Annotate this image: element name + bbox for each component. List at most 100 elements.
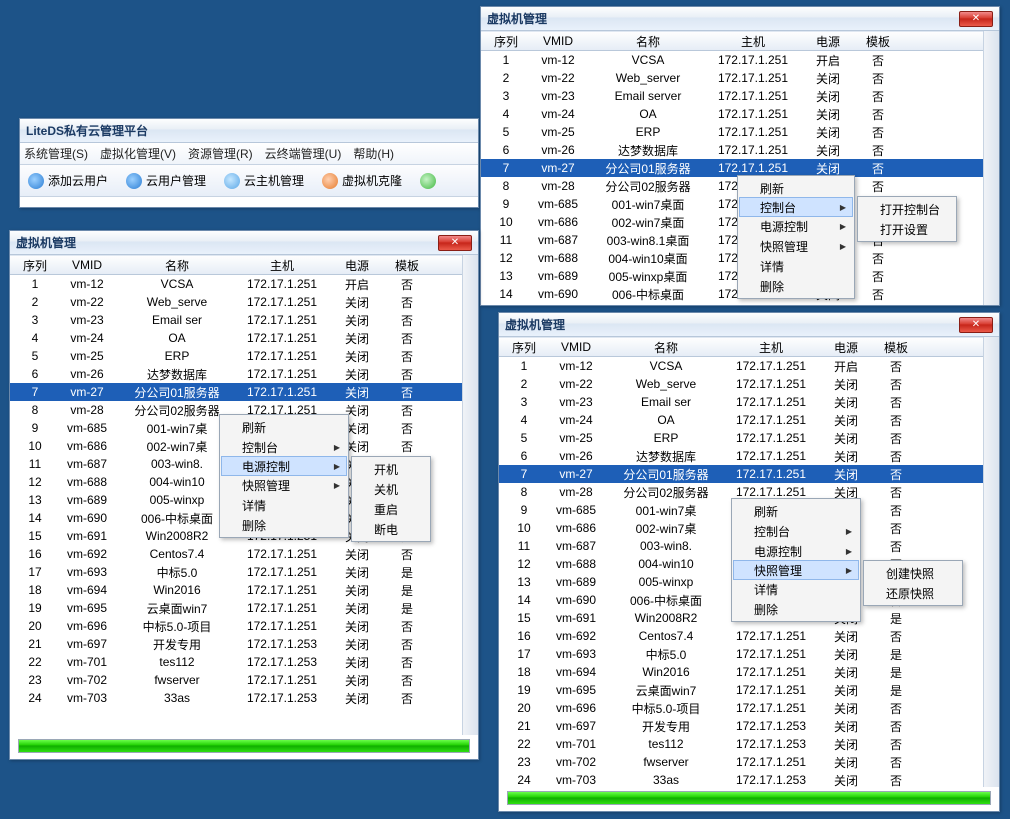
- toolbar-host-manage[interactable]: 云主机管理: [220, 170, 308, 191]
- table-row[interactable]: 2vm-22Web_serve172.17.1.251关闭否: [499, 375, 983, 393]
- table-row[interactable]: 22vm-701tes112172.17.1.253关闭否: [499, 735, 983, 753]
- column-header[interactable]: 序列: [481, 33, 523, 50]
- close-button[interactable]: ✕: [959, 11, 993, 27]
- column-header[interactable]: 电源: [332, 257, 382, 274]
- menu-refresh[interactable]: 刷新: [734, 501, 858, 521]
- table-row[interactable]: 2vm-22Web_serve172.17.1.251关闭否: [10, 293, 462, 311]
- table-row[interactable]: 6vm-26达梦数据库172.17.1.251关闭否: [10, 365, 462, 383]
- table-row[interactable]: 7vm-27分公司01服务器172.17.1.251关闭否: [499, 465, 983, 483]
- table-row[interactable]: 19vm-695云桌面win7172.17.1.251关闭是: [499, 681, 983, 699]
- menu-refresh[interactable]: 刷新: [740, 178, 852, 198]
- menu-detail[interactable]: 详情: [222, 495, 346, 515]
- submenu-power-cut[interactable]: 断电: [354, 519, 428, 539]
- submenu-power-reboot[interactable]: 重启: [354, 499, 428, 519]
- column-header[interactable]: 电源: [821, 339, 871, 356]
- table-row[interactable]: 1vm-12VCSA172.17.1.251开启否: [481, 51, 983, 69]
- table-row[interactable]: 17vm-693中标5.0172.17.1.251关闭是: [499, 645, 983, 663]
- menu-detail[interactable]: 详情: [740, 256, 852, 276]
- menu-delete[interactable]: 删除: [734, 599, 858, 619]
- toolbar-vm-clone[interactable]: 虚拟机克隆: [318, 170, 406, 191]
- table-row[interactable]: 24vm-70333as172.17.1.253关闭否: [499, 771, 983, 787]
- menu-power[interactable]: 电源控制▶: [734, 541, 858, 561]
- table-row[interactable]: 4vm-24OA172.17.1.251关闭否: [481, 105, 983, 123]
- menu-snapshot[interactable]: 快照管理▶: [222, 475, 346, 495]
- menu-resource[interactable]: 资源管理(R): [188, 145, 253, 162]
- menu-delete[interactable]: 删除: [222, 515, 346, 535]
- table-row[interactable]: 8vm-28分公司02服务器172.17.1.251关闭否: [481, 177, 983, 195]
- column-header[interactable]: VMID: [541, 340, 611, 354]
- table-row[interactable]: 20vm-696中标5.0-项目172.17.1.251关闭否: [499, 699, 983, 717]
- table-row[interactable]: 7vm-27分公司01服务器172.17.1.251关闭否: [10, 383, 462, 401]
- menu-refresh[interactable]: 刷新: [222, 417, 346, 437]
- column-header[interactable]: 电源: [803, 33, 853, 50]
- menu-detail[interactable]: 详情: [734, 579, 858, 599]
- menu-console[interactable]: 控制台▶: [739, 197, 853, 217]
- column-header[interactable]: 名称: [122, 257, 232, 274]
- table-row[interactable]: 3vm-23Email ser172.17.1.251关闭否: [499, 393, 983, 411]
- column-header[interactable]: 名称: [593, 33, 703, 50]
- menu-system[interactable]: 系统管理(S): [24, 145, 88, 162]
- submenu-snapshot-create[interactable]: 创建快照: [866, 563, 960, 583]
- table-row[interactable]: 23vm-702fwserver172.17.1.251关闭否: [10, 671, 462, 689]
- submenu-open-console[interactable]: 打开控制台: [860, 199, 954, 219]
- column-header[interactable]: 名称: [611, 339, 721, 356]
- table-row[interactable]: 14vm-690006-中标桌面172.17.1.251关闭否: [481, 285, 983, 303]
- table-row[interactable]: 22vm-701tes112172.17.1.253关闭否: [10, 653, 462, 671]
- menu-power[interactable]: 电源控制▶: [221, 456, 347, 476]
- table-row[interactable]: 3vm-23Email server172.17.1.251关闭否: [481, 87, 983, 105]
- table-row[interactable]: 20vm-696中标5.0-项目172.17.1.251关闭否: [10, 617, 462, 635]
- table-row[interactable]: 4vm-24OA172.17.1.251关闭否: [499, 411, 983, 429]
- table-row[interactable]: 13vm-689005-winxp桌面172.17.1.251关闭否: [481, 267, 983, 285]
- table-row[interactable]: 6vm-26达梦数据库172.17.1.251关闭否: [499, 447, 983, 465]
- table-row[interactable]: 3vm-23Email ser172.17.1.251关闭否: [10, 311, 462, 329]
- table-row[interactable]: 5vm-25ERP172.17.1.251关闭否: [481, 123, 983, 141]
- vertical-scrollbar[interactable]: [983, 31, 999, 305]
- table-row[interactable]: 18vm-694Win2016172.17.1.251关闭是: [10, 581, 462, 599]
- table-row[interactable]: 17vm-693中标5.0172.17.1.251关闭是: [10, 563, 462, 581]
- column-header[interactable]: 模板: [382, 257, 432, 274]
- vertical-scrollbar[interactable]: [462, 255, 478, 735]
- column-header[interactable]: 序列: [499, 339, 541, 356]
- column-header[interactable]: 模板: [853, 33, 903, 50]
- table-row[interactable]: 5vm-25ERP172.17.1.251关闭否: [10, 347, 462, 365]
- table-row[interactable]: 19vm-695云桌面win7172.17.1.251关闭是: [10, 599, 462, 617]
- table-row[interactable]: 16vm-692Centos7.4172.17.1.251关闭否: [10, 545, 462, 563]
- column-header[interactable]: VMID: [52, 258, 122, 272]
- menu-snapshot[interactable]: 快照管理▶: [740, 236, 852, 256]
- menu-snapshot[interactable]: 快照管理▶: [733, 560, 859, 580]
- submenu-power-on[interactable]: 开机: [354, 459, 428, 479]
- menu-delete[interactable]: 删除: [740, 276, 852, 296]
- table-row[interactable]: 16vm-692Centos7.4172.17.1.251关闭否: [499, 627, 983, 645]
- table-row[interactable]: 21vm-697开发专用172.17.1.253关闭否: [499, 717, 983, 735]
- close-button[interactable]: ✕: [438, 235, 472, 251]
- table-row[interactable]: 1vm-12VCSA172.17.1.251开启否: [499, 357, 983, 375]
- table-row[interactable]: 18vm-694Win2016172.17.1.251关闭是: [499, 663, 983, 681]
- table-row[interactable]: 24vm-70333as172.17.1.253关闭否: [10, 689, 462, 707]
- table-row[interactable]: 5vm-25ERP172.17.1.251关闭否: [499, 429, 983, 447]
- vertical-scrollbar[interactable]: [983, 337, 999, 787]
- table-row[interactable]: 6vm-26达梦数据库172.17.1.251关闭否: [481, 141, 983, 159]
- submenu-snapshot-restore[interactable]: 还原快照: [866, 583, 960, 603]
- table-row[interactable]: 1vm-12VCSA172.17.1.251开启否: [10, 275, 462, 293]
- menu-console[interactable]: 控制台▶: [734, 521, 858, 541]
- table-row[interactable]: 23vm-702fwserver172.17.1.251关闭否: [499, 753, 983, 771]
- table-row[interactable]: 7vm-27分公司01服务器172.17.1.251关闭否: [481, 159, 983, 177]
- column-header[interactable]: 主机: [703, 33, 803, 50]
- menu-power[interactable]: 电源控制▶: [740, 216, 852, 236]
- column-header[interactable]: 序列: [10, 257, 52, 274]
- menu-virtualization[interactable]: 虚拟化管理(V): [100, 145, 176, 162]
- column-header[interactable]: 主机: [721, 339, 821, 356]
- submenu-power-off[interactable]: 关机: [354, 479, 428, 499]
- menu-help[interactable]: 帮助(H): [353, 145, 394, 162]
- submenu-open-settings[interactable]: 打开设置: [860, 219, 954, 239]
- toolbar-more[interactable]: [416, 171, 440, 191]
- menu-terminal[interactable]: 云终端管理(U): [265, 145, 342, 162]
- menu-console[interactable]: 控制台▶: [222, 437, 346, 457]
- close-button[interactable]: ✕: [959, 317, 993, 333]
- toolbar-add-user[interactable]: 添加云用户: [24, 170, 112, 191]
- column-header[interactable]: VMID: [523, 34, 593, 48]
- toolbar-user-manage[interactable]: 云用户管理: [122, 170, 210, 191]
- table-row[interactable]: 2vm-22Web_server172.17.1.251关闭否: [481, 69, 983, 87]
- table-row[interactable]: 21vm-697开发专用172.17.1.253关闭否: [10, 635, 462, 653]
- column-header[interactable]: 模板: [871, 339, 921, 356]
